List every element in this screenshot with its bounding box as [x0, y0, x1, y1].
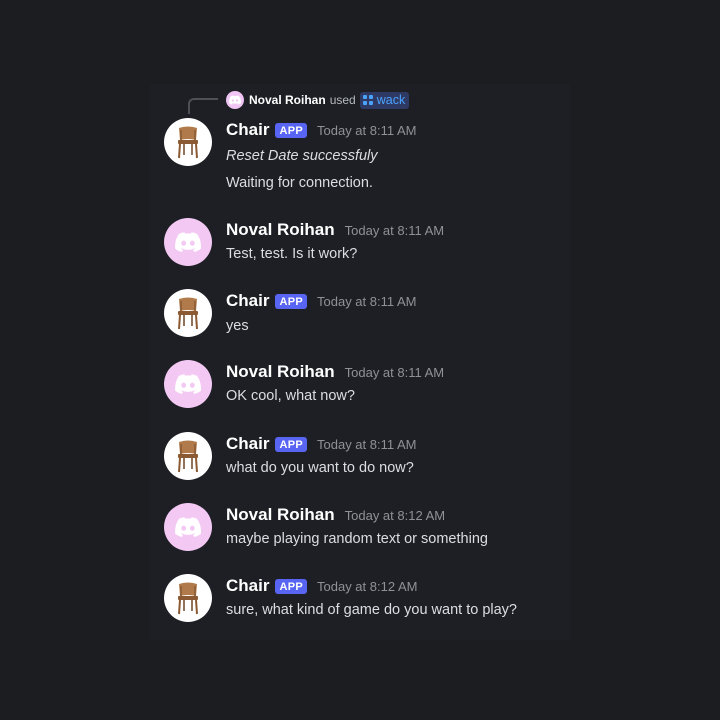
message-text: what do you want to do now?: [226, 460, 414, 476]
author-name[interactable]: Noval Roihan: [226, 505, 335, 525]
message-item: Noval Roihan Today at 8:11 AM OK cool, w…: [164, 360, 564, 408]
timestamp: Today at 8:11 AM: [317, 122, 417, 138]
message-item: Chair APP Today at 8:11 AM Reset Date su…: [164, 118, 564, 192]
chair-icon: [178, 126, 198, 159]
message-text: maybe playing random text or something: [226, 531, 488, 547]
app-badge: APP: [275, 578, 307, 594]
reply-connector: [188, 98, 218, 114]
message-header: Chair APP Today at 8:11 AM: [226, 291, 417, 311]
author-name[interactable]: Chair: [226, 291, 269, 311]
user-avatar[interactable]: [164, 503, 212, 551]
app-badge: APP: [275, 293, 307, 309]
chair-icon: [178, 582, 198, 615]
message-header: Chair APP Today at 8:11 AM: [226, 120, 417, 140]
message-text: yes: [226, 318, 249, 334]
author-name[interactable]: Chair: [226, 120, 269, 140]
command-name: wack: [376, 92, 406, 107]
message-header: Noval Roihan Today at 8:11 AM: [226, 220, 444, 240]
chair-icon: [178, 440, 198, 473]
user-avatar[interactable]: [164, 360, 212, 408]
message-item: Noval Roihan Today at 8:12 AM maybe play…: [164, 503, 564, 551]
message-item: Chair APP Today at 8:12 AM sure, what ki…: [164, 574, 564, 622]
message-text: OK cool, what now?: [226, 388, 355, 404]
message-item: Chair APP Today at 8:11 AM yes: [164, 289, 564, 337]
timestamp: Today at 8:11 AM: [317, 436, 417, 452]
discord-logo-icon: [175, 517, 201, 537]
message-item: Noval Roihan Today at 8:11 AM Test, test…: [164, 218, 564, 266]
timestamp: Today at 8:12 AM: [344, 507, 446, 523]
discord-logo-icon: [175, 374, 201, 394]
command-used-label: used: [329, 93, 356, 107]
message-text: Test, test. Is it work?: [226, 246, 358, 262]
author-name[interactable]: Noval Roihan: [226, 362, 335, 382]
chat-screenshot: Noval Roihan used wack Chair APP Today a…: [0, 0, 720, 720]
command-user-avatar: [226, 91, 244, 109]
chair-icon: [178, 297, 198, 330]
app-badge: APP: [275, 122, 307, 138]
timestamp: Today at 8:11 AM: [344, 364, 445, 380]
discord-logo-icon: [229, 95, 241, 105]
author-name[interactable]: Chair: [226, 576, 269, 596]
message-header: Chair APP Today at 8:12 AM: [226, 576, 417, 596]
command-pill[interactable]: wack: [359, 91, 410, 109]
message-header: Chair APP Today at 8:11 AM: [226, 434, 417, 454]
timestamp: Today at 8:12 AM: [317, 578, 418, 594]
author-name[interactable]: Chair: [226, 434, 269, 454]
message-text: Waiting for connection.: [226, 175, 373, 191]
author-name[interactable]: Noval Roihan: [226, 220, 335, 240]
message-text: sure, what kind of game do you want to p…: [226, 602, 517, 618]
command-user-name[interactable]: Noval Roihan: [249, 93, 326, 107]
chair-avatar[interactable]: [164, 289, 212, 337]
message-header: Noval Roihan Today at 8:11 AM: [226, 362, 444, 382]
chair-avatar[interactable]: [164, 574, 212, 622]
app-command-icon: [362, 94, 373, 105]
app-badge: APP: [275, 436, 307, 452]
command-reference[interactable]: Noval Roihan used wack: [226, 90, 410, 110]
timestamp: Today at 8:11 AM: [344, 222, 445, 238]
message-text: Reset Date successfuly: [226, 148, 378, 164]
chair-avatar[interactable]: [164, 432, 212, 480]
timestamp: Today at 8:11 AM: [317, 293, 417, 309]
discord-logo-icon: [175, 232, 201, 252]
message-item: Chair APP Today at 8:11 AM what do you w…: [164, 432, 564, 480]
user-avatar[interactable]: [164, 218, 212, 266]
message-header: Noval Roihan Today at 8:12 AM: [226, 505, 445, 525]
chair-avatar[interactable]: [164, 118, 212, 166]
